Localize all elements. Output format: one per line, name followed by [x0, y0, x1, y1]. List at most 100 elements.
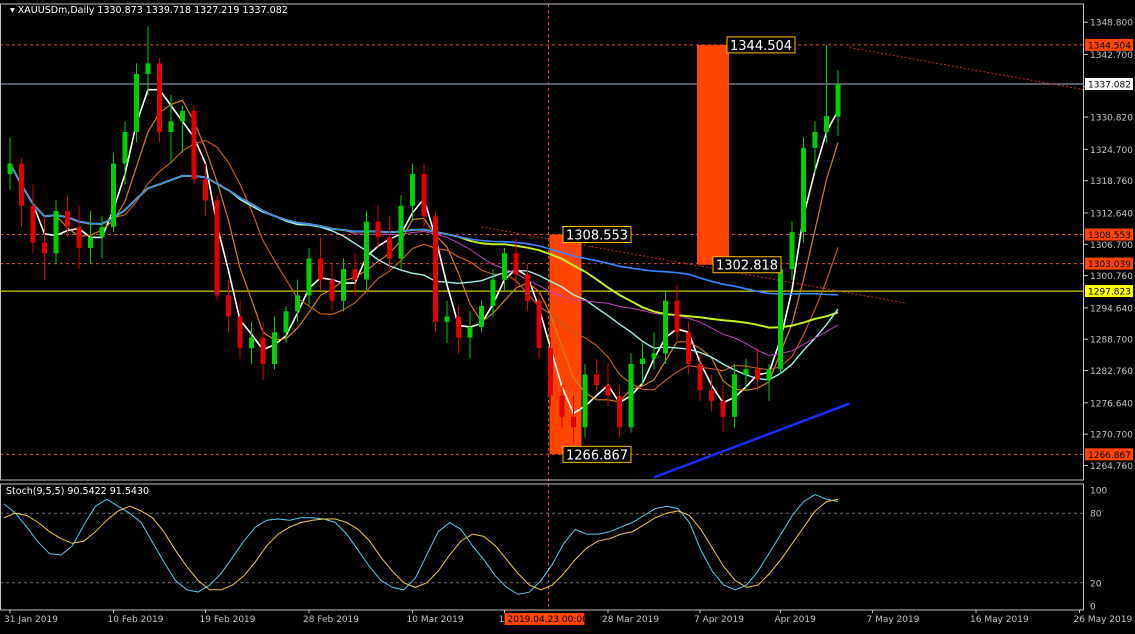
candle-body [19, 164, 24, 206]
candle-body [744, 369, 749, 374]
price-tick-label: 1294.640 [1090, 304, 1133, 314]
candle-body [640, 359, 645, 364]
candle-body [77, 227, 82, 248]
candle-body [31, 206, 36, 243]
candle-body [249, 338, 254, 349]
candle-body [146, 63, 151, 74]
price-marker-label: 1266.867 [1088, 451, 1131, 461]
time-label: 28 Feb 2019 [303, 615, 359, 625]
annotation-label: 1266.867 [566, 448, 628, 463]
candle-body [387, 237, 392, 258]
time-label: 7 Apr 2019 [694, 615, 744, 625]
stoch-main-line [4, 495, 838, 595]
candle-body [801, 148, 806, 232]
price-tick-label: 1324.700 [1090, 146, 1133, 156]
candle-body [54, 211, 59, 253]
candle-body [134, 74, 139, 132]
time-label: 31 Jan 2019 [4, 615, 58, 625]
candle-body [123, 132, 128, 164]
stoch-tick-label: 20 [1090, 579, 1102, 589]
window-title: ▾ XAUUSDm,Daily 1330.873 1339.718 1327.2… [10, 5, 288, 16]
candle-body [594, 375, 599, 386]
candle-body [284, 311, 289, 332]
highlight-zones [550, 45, 730, 454]
candle-body [468, 327, 473, 338]
stoch-tick-label: 0 [1090, 603, 1096, 613]
candle-body [364, 222, 369, 280]
candle-body [203, 179, 208, 200]
candle-body [813, 132, 818, 148]
price-tick-label: 1348.800 [1090, 19, 1133, 29]
candle-body [65, 211, 70, 227]
candle-body [42, 243, 47, 254]
candle-body [686, 332, 691, 364]
candle-body [422, 174, 427, 216]
stoch-tick-label: 80 [1090, 510, 1102, 520]
price-marker-label: 1308.553 [1088, 231, 1131, 241]
price-tick-label: 1342.700 [1090, 51, 1133, 61]
price-marker-label: 1297.823 [1088, 288, 1131, 298]
time-label: Apr 2019 [775, 615, 817, 625]
stoch-plot-frame [1, 484, 1084, 610]
price-marker-label: 1337.082 [1088, 81, 1131, 91]
candle-body [238, 317, 243, 349]
candle-body [778, 269, 783, 369]
candle-body [215, 200, 220, 295]
candle-body [456, 317, 461, 338]
candle-body [399, 206, 404, 259]
main-plot-frame [1, 4, 1084, 480]
candle-body [100, 227, 105, 238]
candle-body [652, 353, 657, 358]
annotation-label: 1302.818 [716, 259, 778, 274]
price-tick-label: 1318.760 [1090, 177, 1133, 187]
candle-body [525, 274, 530, 300]
candle-body [548, 348, 553, 395]
candle-body [272, 332, 277, 364]
candle-body [836, 84, 841, 117]
candle-body [180, 111, 185, 122]
trend-line [482, 227, 908, 303]
time-label: 19 Feb 2019 [200, 615, 256, 625]
candle-body [445, 317, 450, 322]
candle-body [169, 121, 174, 132]
candle-body [790, 232, 795, 269]
candle-body [755, 369, 760, 380]
candle-body [514, 253, 519, 274]
candle-body [376, 222, 381, 238]
stoch-tick-label: 100 [1090, 487, 1107, 497]
price-tick-label: 1276.640 [1090, 399, 1133, 409]
candle-body [709, 390, 714, 401]
price-tick-label: 1300.760 [1090, 272, 1133, 282]
cursor-time-label: 2019.04.23 00:00 [508, 615, 589, 625]
candle-body [824, 116, 829, 132]
candle-body [617, 396, 622, 428]
candle-body [675, 301, 680, 333]
candle-body [111, 164, 116, 227]
candle-body [491, 280, 496, 306]
candle-body [502, 253, 507, 279]
candle-body [629, 364, 634, 427]
price-chart[interactable]: 1344.504 1308.553 1302.818 1266.867 100 80 20… [0, 0, 1135, 630]
price-tick-label: 1264.760 [1090, 462, 1133, 472]
time-label: 26 May 2019 [1074, 615, 1133, 625]
price-tick-label: 1270.700 [1090, 431, 1133, 441]
candle-body [8, 164, 13, 175]
candle-body [663, 301, 668, 354]
candle-body [571, 417, 576, 428]
candle-body [606, 385, 611, 396]
candle-body [560, 396, 565, 417]
candle-body [261, 338, 266, 364]
price-marker-label: 1344.504 [1088, 41, 1131, 51]
long-ma-line [654, 404, 850, 478]
price-tick-label: 1282.760 [1090, 367, 1133, 377]
candle-body [353, 269, 358, 280]
candle-body [341, 269, 346, 301]
time-label: 10 Mar 2019 [407, 615, 464, 625]
price-tick-label: 1312.640 [1090, 209, 1133, 219]
annotation-label: 1308.553 [566, 228, 628, 243]
candle-body [307, 259, 312, 296]
price-tick-label: 1306.700 [1090, 241, 1133, 251]
candle-body [732, 375, 737, 417]
candle-body [88, 237, 93, 248]
candle-body [192, 111, 197, 180]
